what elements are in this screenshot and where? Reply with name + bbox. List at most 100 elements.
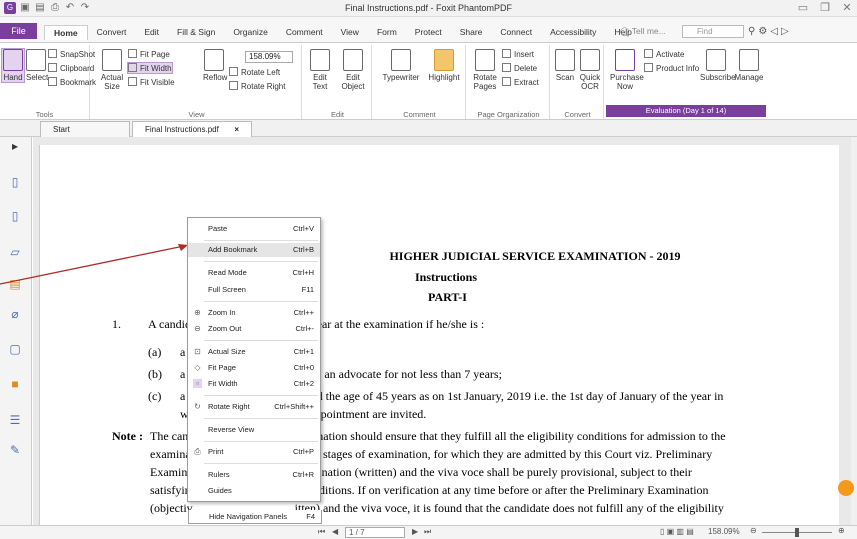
vertical-scrollbar[interactable] — [851, 137, 857, 525]
menu-item-add-bookmark[interactable]: Add Bookmark Ctrl+B — [188, 243, 320, 257]
scan-button[interactable]: Scan — [554, 49, 576, 82]
menu-item-zoom-in[interactable]: ⊕ Zoom In Ctrl++ — [188, 306, 320, 320]
tab-comment[interactable]: Comment — [277, 25, 332, 40]
clipboard-icon — [48, 63, 57, 72]
menu-item-actual-size[interactable]: ⊡ Actual Size Ctrl+1 — [188, 345, 320, 359]
content-icon[interactable]: ☰ — [8, 413, 22, 427]
tab-final-instructions[interactable]: Final Instructions.pdf × — [132, 121, 252, 137]
quick-ocr-button[interactable]: Quick OCR — [578, 49, 602, 91]
arrow-line — [0, 245, 185, 285]
tab-share[interactable]: Share — [451, 25, 492, 40]
rotate-pages-button[interactable]: Rotate Pages — [472, 49, 498, 91]
insert-button[interactable]: Insert — [502, 49, 534, 59]
menu-item-paste[interactable]: Paste Ctrl+V — [188, 222, 320, 236]
menu-item-reverse-view[interactable]: Reverse View — [188, 423, 320, 437]
manage-button[interactable]: Manage — [734, 49, 764, 82]
activate-button[interactable]: Activate — [644, 49, 684, 59]
attachments-icon[interactable]: ⌀ — [8, 307, 22, 321]
zoom-slider-thumb[interactable] — [795, 528, 799, 537]
page-number-input[interactable]: 1 / 7 — [345, 527, 405, 538]
close-tab-icon[interactable]: × — [234, 122, 239, 137]
rotate-right-button[interactable]: Rotate Right — [229, 81, 285, 91]
convert-group: Scan Quick OCR Convert — [552, 45, 604, 119]
pages-icon[interactable]: ▯ — [8, 209, 22, 223]
tab-form[interactable]: Form — [368, 25, 406, 40]
tab-accessibility[interactable]: Accessibility — [541, 25, 605, 40]
hide-navigation-panels-label: Hide Navigation Panels — [209, 512, 287, 521]
signature-icon[interactable]: ✎ — [8, 443, 22, 457]
zoom-in-icon[interactable]: ⊕ — [838, 526, 845, 535]
scan-label: Scan — [555, 73, 575, 82]
edit-text-button[interactable]: Edit Text — [308, 49, 332, 91]
rotate-pages-label: Rotate Pages — [473, 73, 497, 91]
fit-width-button[interactable]: Fit Width — [127, 62, 173, 74]
view-mode-icons[interactable]: ▯ ▣ ▥ ▤ — [660, 527, 694, 536]
menu-item-read-mode[interactable]: Read Mode Ctrl+H — [188, 266, 320, 280]
select-button[interactable]: Select — [26, 49, 48, 82]
menu-item-print[interactable]: ⎙ Print Ctrl+P — [188, 445, 320, 459]
reflow-button[interactable]: Reflow — [203, 49, 227, 82]
fit-visible-button[interactable]: Fit Visible — [128, 77, 175, 87]
tab-fill-sign[interactable]: Fill & Sign — [168, 25, 224, 40]
actual-size-menu-icon: ⊡ — [194, 347, 201, 356]
typewriter-label: Typewriter — [382, 73, 420, 82]
last-page-icon[interactable]: ⏭ — [424, 527, 431, 537]
tab-start[interactable]: Start — [40, 121, 130, 137]
clipboard-button[interactable]: Clipboard — [48, 63, 94, 73]
tell-me-box[interactable]: ◯ Tell me... — [620, 26, 666, 37]
minimize-icon[interactable]: ▭ — [797, 1, 809, 14]
security-icon[interactable]: ■ — [8, 377, 22, 391]
actual-size-button[interactable]: Actual Size — [100, 49, 124, 91]
purchase-now-button[interactable]: Purchase Now — [610, 49, 644, 91]
document-view[interactable]: HIGHER JUDICIAL SERVICE EXAMINATION - 20… — [33, 137, 851, 525]
hand-button[interactable]: Hand — [1, 48, 25, 83]
highlight-button[interactable]: Highlight — [426, 49, 462, 82]
search-options-icon[interactable]: ⚲⚙◁▷ — [748, 26, 792, 37]
title-bar: G ▣ ▤ ⎙ ↶ ↷ Final Instructions.pdf - Fox… — [0, 0, 857, 17]
menu-item-rotate-right[interactable]: ↻ Rotate Right Ctrl+Shift++ — [188, 400, 320, 414]
tab-organize[interactable]: Organize — [224, 25, 277, 40]
tab-protect[interactable]: Protect — [406, 25, 451, 40]
menu-item-rulers[interactable]: Rulers Ctrl+R — [188, 468, 320, 482]
zoom-select[interactable]: 158.09% — [245, 51, 293, 63]
snapshot-button[interactable]: SnapShot — [48, 49, 95, 59]
comment-group-label: Comment — [403, 110, 436, 119]
delete-button[interactable]: Delete — [502, 63, 537, 73]
product-info-button[interactable]: Product Info — [644, 63, 699, 73]
zoom-out-icon[interactable]: ⊖ — [750, 526, 757, 535]
page-thumbnails-icon[interactable]: ▯ — [8, 175, 22, 189]
find-input[interactable]: Find — [682, 25, 744, 38]
expand-panel-icon[interactable]: ▸ — [8, 139, 22, 153]
subscribe-button[interactable]: Subscribe — [700, 49, 736, 82]
menu-item-fit-width[interactable]: ▫ Fit Width Ctrl+2 — [188, 377, 320, 391]
tab-home[interactable]: Home — [44, 25, 88, 40]
file-menu[interactable]: File — [0, 23, 37, 39]
menu-item-fit-page[interactable]: ◇ Fit Page Ctrl+0 — [188, 361, 320, 375]
bookmark-button[interactable]: Bookmark — [48, 77, 96, 87]
tab-edit[interactable]: Edit — [135, 25, 168, 40]
tab-convert[interactable]: Convert — [88, 25, 136, 40]
edit-object-button[interactable]: Edit Object — [338, 49, 368, 91]
extract-button[interactable]: Extract — [502, 77, 539, 87]
help-float-button[interactable] — [838, 480, 854, 496]
menu-item-zoom-out[interactable]: ⊖ Zoom Out Ctrl+- — [188, 322, 320, 336]
restore-icon[interactable]: ❐ — [819, 1, 831, 14]
menu-item-guides[interactable]: Guides — [188, 484, 320, 498]
status-zoom[interactable]: 158.09% — [708, 527, 740, 536]
first-page-icon[interactable]: ⏮ — [318, 527, 325, 537]
close-window-icon[interactable]: ✕ — [841, 1, 853, 14]
fit-page-shortcut: Ctrl+0 — [293, 363, 314, 372]
prev-page-icon[interactable]: ◀ — [332, 527, 338, 536]
extract-icon — [502, 77, 511, 86]
rotate-left-button[interactable]: Rotate Left — [229, 67, 280, 77]
menu-item-hide-navigation-panels[interactable]: Hide Navigation Panels F4 — [188, 510, 322, 524]
tab-view[interactable]: View — [332, 25, 368, 40]
menu-item-full-screen[interactable]: Full Screen F11 — [188, 283, 320, 297]
actual-size-label: Actual Size — [100, 73, 124, 91]
next-page-icon[interactable]: ▶ — [412, 527, 418, 536]
typewriter-button[interactable]: Typewriter — [380, 49, 422, 82]
comments-icon[interactable]: ▢ — [8, 342, 22, 356]
fit-page-button[interactable]: Fit Page — [128, 49, 170, 59]
zoom-out-label: Zoom Out — [208, 324, 242, 333]
tab-connect[interactable]: Connect — [491, 25, 541, 40]
